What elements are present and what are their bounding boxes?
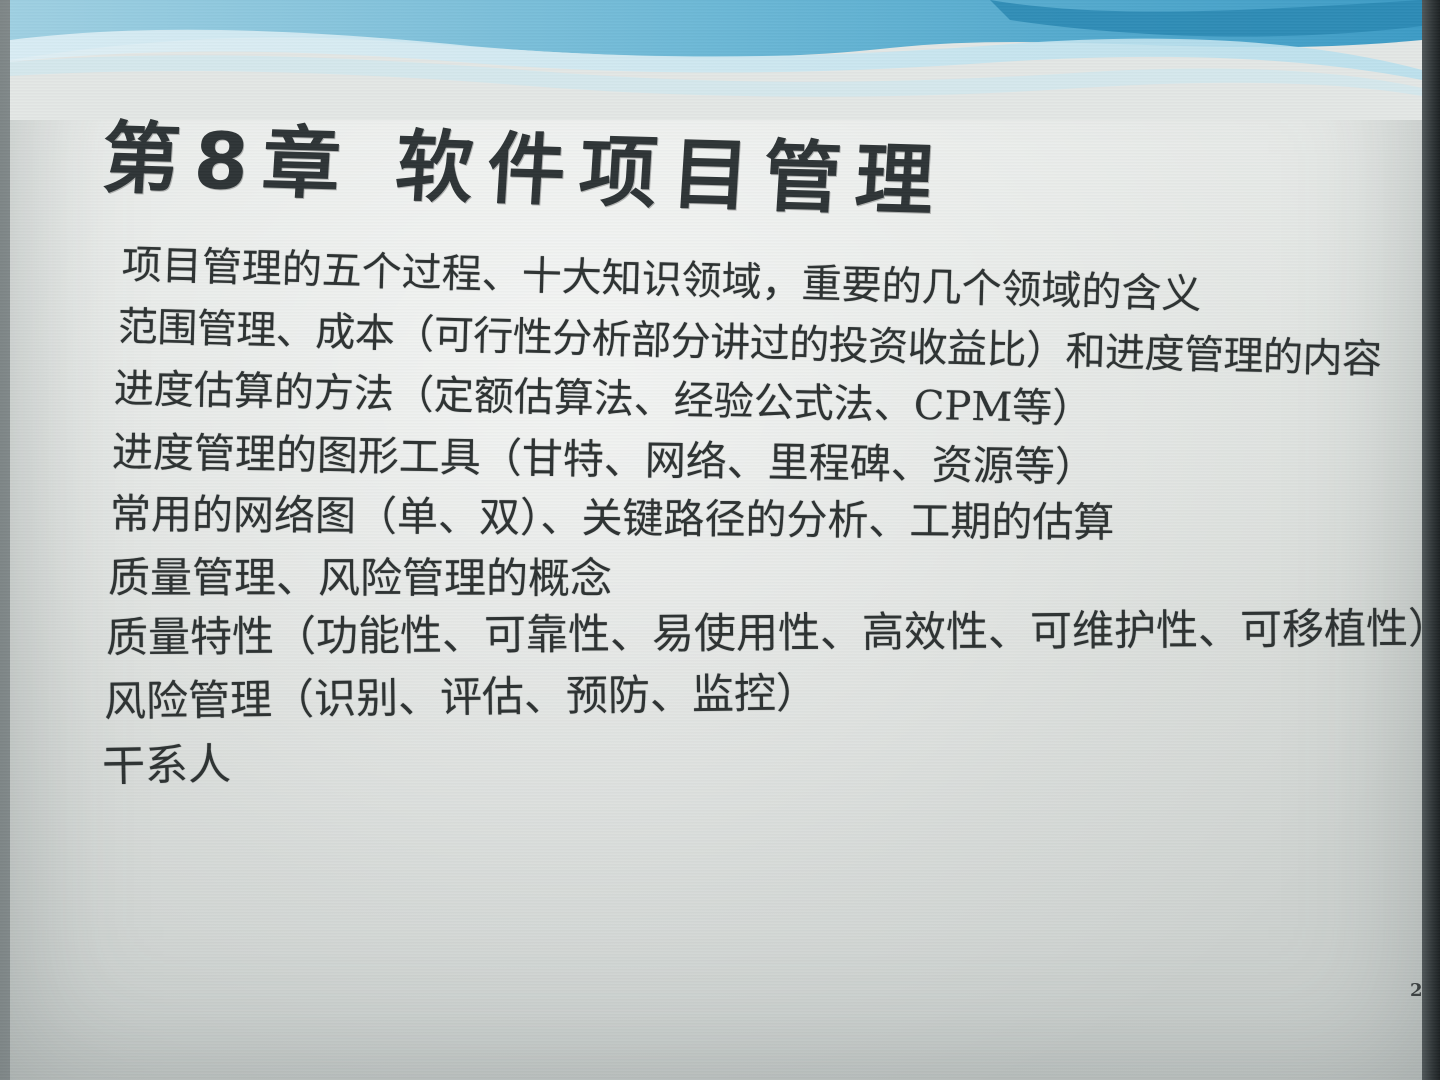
list-item: 质量特性（功能性、可靠性、易使用性、高效性、可维护性、可移植性） xyxy=(105,603,1440,662)
photo-scene: 第8章 软件项目管理 项目管理的五个过程、十大知识领域，重要的几个领域的含义 范… xyxy=(0,0,1440,1080)
bullet-list: 项目管理的五个过程、十大知识领域，重要的几个领域的含义 范围管理、成本（可行性分… xyxy=(10,0,1440,1080)
list-item: 风险管理（识别、评估、预防、监控） xyxy=(103,668,819,726)
presentation-slide: 第8章 软件项目管理 项目管理的五个过程、十大知识领域，重要的几个领域的含义 范… xyxy=(10,0,1440,1080)
list-item: 常用的网络图（单、双）、关键路径的分析、工期的估算 xyxy=(109,490,1115,547)
monitor-bezel xyxy=(1422,0,1440,1080)
list-item: 质量管理、风险管理的概念 xyxy=(107,553,613,603)
list-item: 干系人 xyxy=(101,739,232,792)
